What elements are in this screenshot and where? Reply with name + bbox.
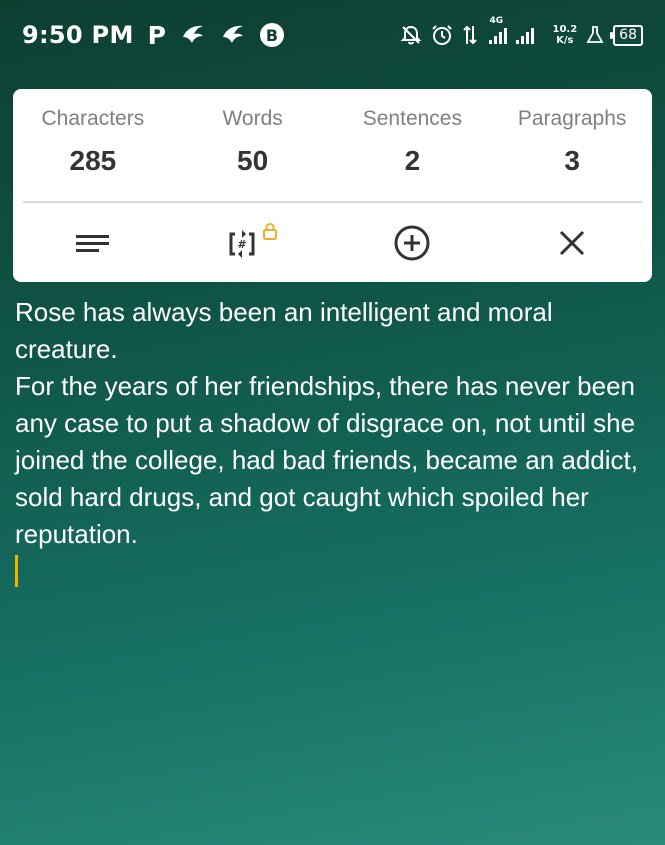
bell-off-icon [400, 24, 422, 46]
close-icon [560, 230, 585, 255]
battery-indicator: 68 [610, 24, 643, 46]
alarm-icon [431, 24, 453, 46]
counter-toggle-locked-icon: # [229, 222, 277, 258]
net-speed: 10.2 K/s [552, 24, 577, 46]
status-right: 4G 10.2 K/s 68 [400, 16, 643, 46]
stat-label: Words [222, 107, 283, 130]
stat-value: 285 [69, 145, 117, 176]
paragraph-2: For the years of her friendships, there … [15, 371, 638, 549]
stat-label: Characters [41, 107, 145, 130]
clock: 9:50 PM [22, 21, 134, 49]
text-editor[interactable]: Rose has always been an intelligent and … [15, 294, 645, 553]
counter-toolbar: # [13, 203, 652, 282]
data-transfer-icon [462, 24, 478, 46]
stat-label: Paragraphs [517, 107, 627, 130]
bird-app-icon [180, 23, 206, 47]
cellular-signal-icon: 4G [487, 16, 543, 46]
stat-words: Words 50 [173, 89, 333, 201]
svg-text:#: # [237, 238, 246, 251]
bird-app-icon-2 [220, 23, 246, 47]
stat-value: 50 [237, 145, 269, 176]
net-speed-value: 10.2 [552, 24, 578, 35]
stat-value: 2 [404, 145, 421, 176]
stat-characters: Characters 285 [13, 89, 173, 201]
close-button[interactable] [492, 229, 652, 257]
text-caret [15, 555, 18, 587]
stat-sentences: Sentences 2 [333, 89, 493, 201]
menu-lines-icon [75, 234, 109, 252]
menu-button[interactable] [13, 231, 173, 255]
word-counter-card: Characters 285 Words 50 Sentences 2 Para… [13, 89, 652, 282]
add-button[interactable] [333, 224, 493, 262]
b-app-icon: B [259, 23, 284, 47]
stat-value: 3 [564, 145, 580, 176]
net-speed-unit: K/s [556, 35, 574, 46]
paragraph-1: Rose has always been an intelligent and … [15, 297, 553, 364]
status-bar: 9:50 PM P B 4G 10.2 K/s 68 [0, 0, 665, 70]
counter-toggle-button[interactable]: # [173, 222, 333, 264]
add-circle-icon [394, 225, 430, 260]
stat-paragraphs: Paragraphs 3 [492, 89, 652, 201]
stat-label: Sentences [362, 107, 462, 130]
network-type-label: 4G [489, 16, 504, 26]
stats-row: Characters 285 Words 50 Sentences 2 Para… [13, 89, 652, 201]
status-left: 9:50 PM P B [22, 21, 284, 50]
parking-app-icon: P [147, 20, 166, 50]
flask-icon [586, 25, 604, 45]
